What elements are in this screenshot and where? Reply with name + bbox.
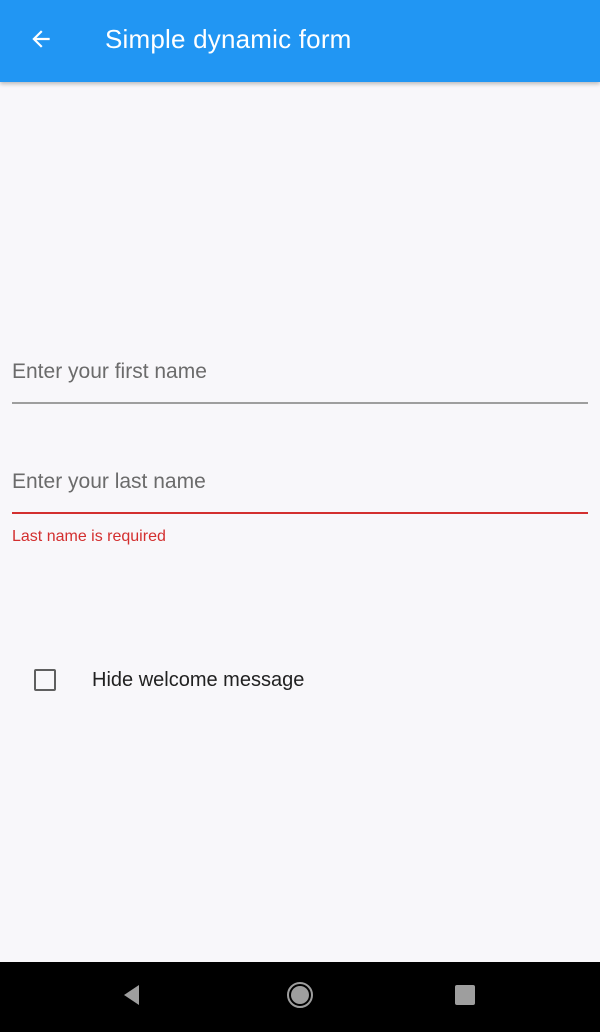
back-button[interactable] (14, 14, 68, 68)
screen: Simple dynamic form Last name is require… (0, 0, 600, 1032)
page-title: Simple dynamic form (105, 24, 352, 54)
arrow-left-icon (28, 26, 54, 57)
last-name-field[interactable]: Last name is required (12, 462, 588, 546)
nav-recents-button[interactable] (441, 973, 489, 1021)
last-name-error: Last name is required (12, 528, 166, 545)
system-nav-bar (0, 962, 600, 1032)
first-name-underline (12, 402, 588, 404)
nav-back-button[interactable] (108, 973, 156, 1021)
hide-welcome-label: Hide welcome message (92, 668, 305, 691)
last-name-input[interactable] (12, 462, 588, 502)
nav-home-button[interactable] (276, 973, 324, 1021)
hide-welcome-checkbox[interactable] (34, 669, 56, 691)
triangle-back-icon (120, 983, 144, 1012)
hide-welcome-row[interactable]: Hide welcome message (16, 650, 304, 710)
square-recents-icon (454, 984, 476, 1011)
app-bar: Simple dynamic form (0, 0, 600, 82)
first-name-input[interactable] (12, 352, 588, 392)
first-name-field[interactable] (12, 352, 588, 404)
circle-home-icon (286, 981, 314, 1014)
last-name-underline (12, 512, 588, 514)
